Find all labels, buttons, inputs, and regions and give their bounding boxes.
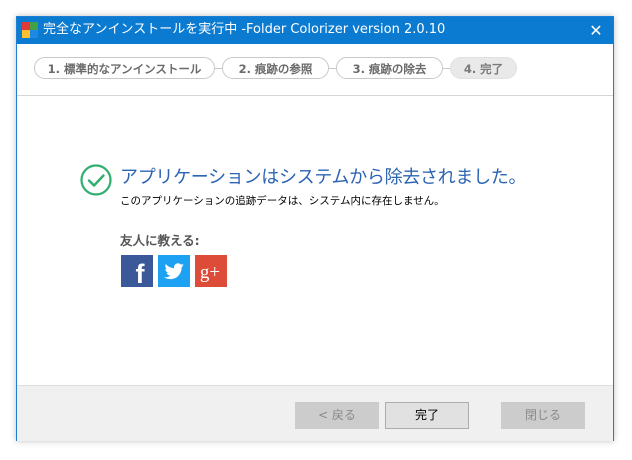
twitter-icon[interactable] <box>158 255 190 287</box>
result-panel: アプリケーションはシステムから除去されました。 このアプリケーションの追跡データ… <box>17 96 613 386</box>
step-browse-traces: 2. 痕跡の参照 <box>222 57 329 79</box>
success-heading: アプリケーションはシステムから除去されました。 <box>120 167 527 188</box>
window-title: 完全なアンインストールを実行中 -Folder Colorizer versio… <box>43 22 446 37</box>
share-label: 友人に教える: <box>120 233 200 248</box>
close-icon[interactable]: ✕ <box>579 17 613 44</box>
step-standard-uninstall: 1. 標準的なアンインストール <box>34 57 215 79</box>
back-button[interactable]: < 戻る <box>295 402 379 429</box>
step-connector <box>443 68 450 69</box>
success-detail: このアプリケーションの追跡データは、システム内に存在しません。 <box>120 195 445 207</box>
finish-button[interactable]: 完了 <box>385 402 469 429</box>
step-remove-traces: 3. 痕跡の除去 <box>336 57 443 79</box>
check-circle-icon <box>80 164 112 196</box>
app-icon <box>22 22 38 38</box>
step-connector <box>329 68 336 69</box>
title-bar[interactable]: 完全なアンインストールを実行中 -Folder Colorizer versio… <box>17 17 613 44</box>
step-finish: 4. 完了 <box>450 57 517 79</box>
facebook-glyph: f <box>136 259 146 287</box>
google-plus-glyph: g+ <box>200 262 220 283</box>
uninstall-dialog: 完全なアンインストールを実行中 -Folder Colorizer versio… <box>16 16 614 441</box>
step-connector <box>215 68 222 69</box>
close-button[interactable]: 閉じる <box>501 402 585 429</box>
facebook-icon[interactable]: f <box>121 255 153 287</box>
step-indicator: 1. 標準的なアンインストール 2. 痕跡の参照 3. 痕跡の除去 4. 完了 <box>17 44 613 96</box>
button-bar: < 戻る 完了 閉じる <box>17 385 613 441</box>
google-plus-icon[interactable]: g+ <box>195 255 227 287</box>
